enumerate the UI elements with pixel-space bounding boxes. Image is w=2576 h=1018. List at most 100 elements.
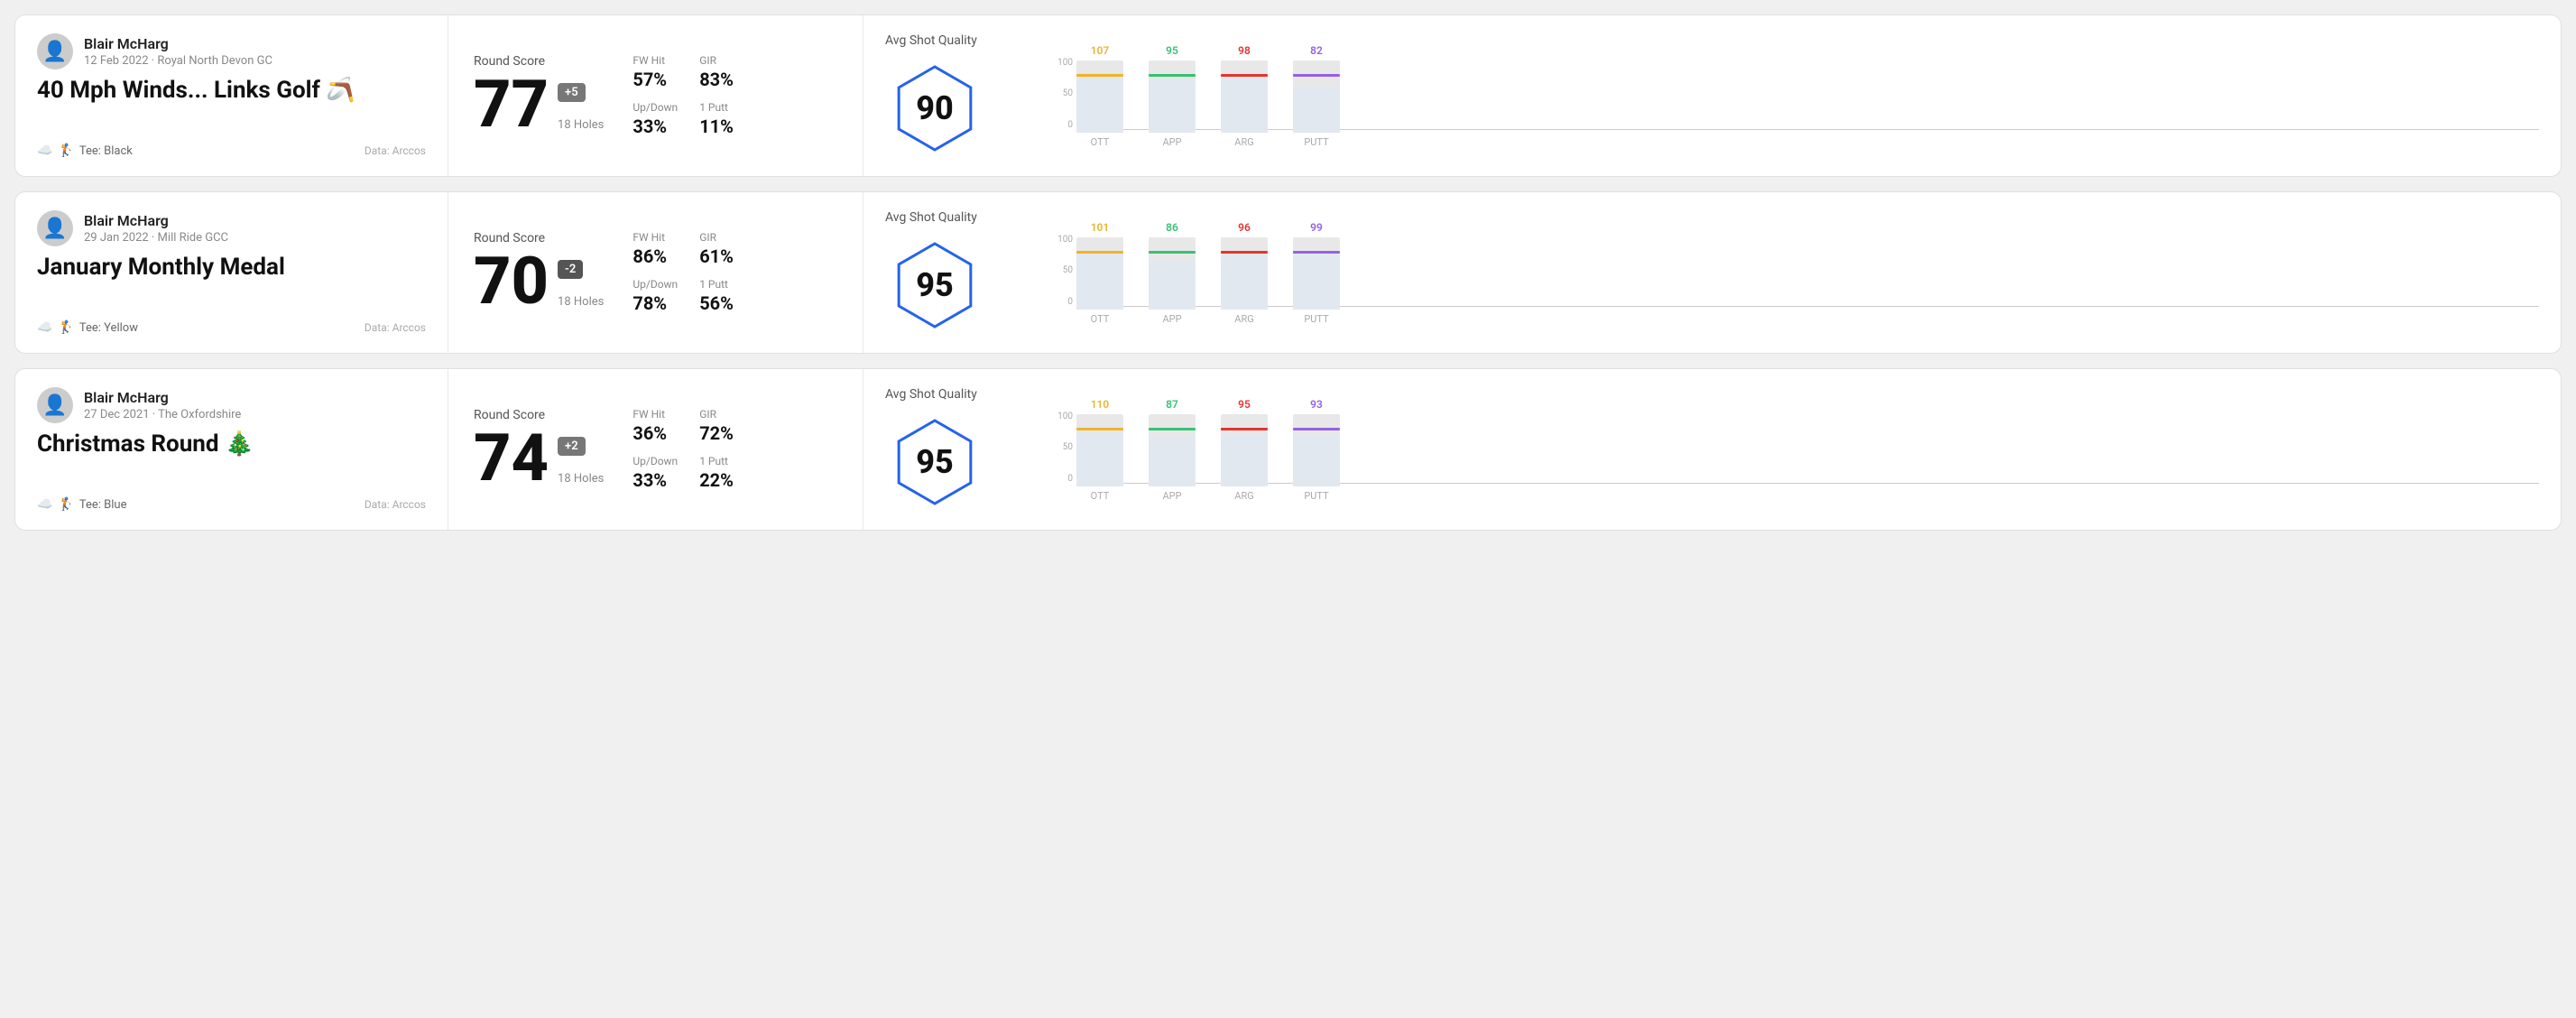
gir-stat: GIR 72% — [699, 408, 744, 444]
card-left: 👤 Blair McHarg 12 Feb 2022 · Royal North… — [15, 15, 448, 176]
weather-icon: ☁️ — [37, 497, 52, 512]
data-source: Data: Arccos — [365, 498, 426, 511]
round-title: January Monthly Medal — [37, 254, 426, 281]
person-icon: 👤 — [42, 41, 67, 63]
fw-hit-stat: FW Hit 36% — [632, 408, 678, 444]
card-left: 👤 Blair McHarg 29 Jan 2022 · Mill Ride G… — [15, 192, 448, 353]
score-section: Round Score 70 -2 18 Holes — [474, 231, 604, 314]
chart-col-ott: 107 OTT — [1076, 44, 1123, 148]
round-card: 👤 Blair McHarg 29 Jan 2022 · Mill Ride G… — [14, 191, 2562, 354]
score-badge: -2 — [558, 260, 583, 279]
holes-label: 18 Holes — [558, 472, 604, 486]
card-right: Avg Shot Quality 90 100 50 0 107 — [863, 15, 2561, 176]
chart-col-putt: 99 PUTT — [1293, 221, 1340, 325]
holes-label: 18 Holes — [558, 118, 604, 132]
user-name: Blair McHarg — [84, 389, 241, 406]
tee-label: Tee: Blue — [79, 498, 127, 512]
round-card: 👤 Blair McHarg 27 Dec 2021 · The Oxfords… — [14, 368, 2562, 531]
score-display: 74 +2 18 Holes — [474, 426, 604, 491]
score-number: 74 — [474, 426, 549, 491]
user-info: 👤 Blair McHarg 12 Feb 2022 · Royal North… — [37, 33, 426, 69]
chart-col-putt: 82 PUTT — [1293, 44, 1340, 148]
card-middle: Round Score 74 +2 18 Holes FW Hit 36% GI… — [448, 369, 863, 530]
stats-grid: FW Hit 57% GIR 83% Up/Down 33% 1 Putt 11… — [632, 54, 744, 137]
hexagon-container: 95 — [885, 412, 984, 512]
quality-section: Avg Shot Quality 95 — [885, 210, 1029, 335]
chart-section: 100 50 0 110 OTT 87 APP 95 — [1051, 398, 2539, 502]
weather-icon: ☁️ — [37, 143, 52, 158]
chart-col-app: 87 APP — [1149, 398, 1196, 502]
user-date: 29 Jan 2022 · Mill Ride GCC — [84, 231, 228, 245]
quality-label: Avg Shot Quality — [885, 387, 977, 402]
score-badge: +5 — [558, 83, 586, 102]
chart-col-app: 86 APP — [1149, 221, 1196, 325]
updown-stat: Up/Down 33% — [632, 455, 678, 491]
round-title: 40 Mph Winds... Links Golf 🪃 — [37, 77, 426, 104]
tee-info: ☁️ 🏌 Tee: Blue — [37, 497, 126, 512]
data-source: Data: Arccos — [365, 144, 426, 157]
putt-stat: 1 Putt 11% — [699, 101, 744, 137]
score-section: Round Score 74 +2 18 Holes — [474, 408, 604, 491]
bag-icon: 🏌 — [58, 143, 73, 158]
bag-icon: 🏌 — [58, 497, 73, 512]
card-middle: Round Score 70 -2 18 Holes FW Hit 86% GI… — [448, 192, 863, 353]
putt-stat: 1 Putt 22% — [699, 455, 744, 491]
holes-label: 18 Holes — [558, 295, 604, 309]
chart-col-arg: 95 ARG — [1221, 398, 1268, 502]
chart-col-arg: 96 ARG — [1221, 221, 1268, 325]
tee-label: Tee: Yellow — [79, 321, 138, 335]
user-info: 👤 Blair McHarg 27 Dec 2021 · The Oxfords… — [37, 387, 426, 423]
chart-section: 100 50 0 107 OTT 95 APP 98 — [1051, 44, 2539, 148]
chart-section: 100 50 0 101 OTT 86 APP 96 — [1051, 221, 2539, 325]
score-display: 77 +5 18 Holes — [474, 72, 604, 137]
chart-col-ott: 110 OTT — [1076, 398, 1123, 502]
hexagon-container: 90 — [885, 59, 984, 158]
card-middle: Round Score 77 +5 18 Holes FW Hit 57% GI… — [448, 15, 863, 176]
updown-stat: Up/Down 33% — [632, 101, 678, 137]
quality-label: Avg Shot Quality — [885, 33, 977, 48]
score-badge: +2 — [558, 437, 586, 456]
quality-section: Avg Shot Quality 90 — [885, 33, 1029, 158]
avatar: 👤 — [37, 387, 73, 423]
bag-icon: 🏌 — [58, 320, 73, 335]
quality-score: 95 — [916, 266, 954, 304]
user-date: 12 Feb 2022 · Royal North Devon GC — [84, 54, 272, 68]
chart-col-app: 95 APP — [1149, 44, 1196, 148]
card-footer: ☁️ 🏌 Tee: Black Data: Arccos — [37, 143, 426, 158]
data-source: Data: Arccos — [365, 321, 426, 334]
updown-stat: Up/Down 78% — [632, 278, 678, 314]
fw-hit-stat: FW Hit 86% — [632, 231, 678, 267]
chart-col-putt: 93 PUTT — [1293, 398, 1340, 502]
user-name: Blair McHarg — [84, 212, 228, 229]
card-right: Avg Shot Quality 95 100 50 0 110 — [863, 369, 2561, 530]
card-left: 👤 Blair McHarg 27 Dec 2021 · The Oxfords… — [15, 369, 448, 530]
score-section: Round Score 77 +5 18 Holes — [474, 54, 604, 137]
tee-label: Tee: Black — [79, 144, 133, 158]
round-card: 👤 Blair McHarg 12 Feb 2022 · Royal North… — [14, 14, 2562, 177]
score-number: 70 — [474, 249, 549, 314]
card-footer: ☁️ 🏌 Tee: Blue Data: Arccos — [37, 497, 426, 512]
person-icon: 👤 — [42, 394, 67, 417]
user-info: 👤 Blair McHarg 29 Jan 2022 · Mill Ride G… — [37, 210, 426, 246]
gir-stat: GIR 83% — [699, 54, 744, 90]
avatar: 👤 — [37, 33, 73, 69]
quality-section: Avg Shot Quality 95 — [885, 387, 1029, 512]
user-date: 27 Dec 2021 · The Oxfordshire — [84, 408, 241, 421]
quality-label: Avg Shot Quality — [885, 210, 977, 225]
person-icon: 👤 — [42, 217, 67, 240]
stats-grid: FW Hit 36% GIR 72% Up/Down 33% 1 Putt 22… — [632, 408, 744, 491]
card-footer: ☁️ 🏌 Tee: Yellow Data: Arccos — [37, 320, 426, 335]
weather-icon: ☁️ — [37, 320, 52, 335]
chart-col-ott: 101 OTT — [1076, 221, 1123, 325]
fw-hit-stat: FW Hit 57% — [632, 54, 678, 90]
card-right: Avg Shot Quality 95 100 50 0 101 — [863, 192, 2561, 353]
chart-col-arg: 98 ARG — [1221, 44, 1268, 148]
gir-stat: GIR 61% — [699, 231, 744, 267]
tee-info: ☁️ 🏌 Tee: Yellow — [37, 320, 138, 335]
stats-grid: FW Hit 86% GIR 61% Up/Down 78% 1 Putt 56… — [632, 231, 744, 314]
quality-score: 90 — [916, 89, 954, 127]
score-number: 77 — [474, 72, 549, 137]
user-name: Blair McHarg — [84, 35, 272, 52]
round-title: Christmas Round 🎄 — [37, 430, 426, 458]
hexagon-container: 95 — [885, 236, 984, 335]
